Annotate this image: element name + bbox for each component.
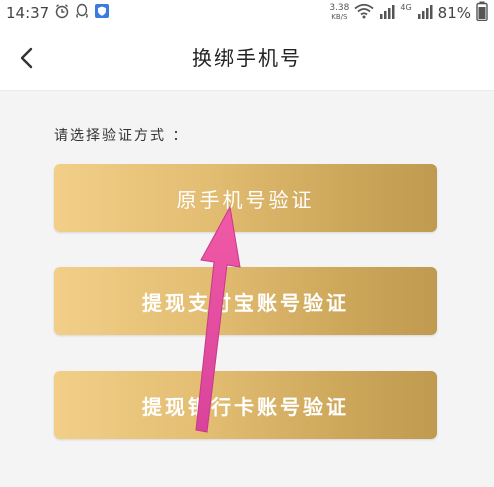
wifi-icon [354,3,374,23]
verify-alipay-account-button[interactable]: 提现支付宝账号验证 [54,267,437,335]
battery-icon [476,1,488,25]
battery-percent: 81% [437,4,471,22]
main-content: 请选择验证方式 ： 原手机号验证 提现支付宝账号验证 提现银行卡账号验证 [0,91,494,487]
verify-original-phone-button[interactable]: 原手机号验证 [54,164,437,232]
status-right: 3.38 KB/S 4G 81% [329,1,488,25]
page-title: 换绑手机号 [192,46,302,70]
signal-strength-icon-2 [417,4,433,23]
network-speed-unit: KB/S [331,13,348,21]
status-time: 14:37 [6,4,50,22]
qq-penguin-icon [75,3,89,23]
network-speed-value: 3.38 [329,3,350,13]
signal-strength-icon [379,4,395,23]
network-speed: 3.38 KB/S [329,4,349,22]
status-bar: 14:37 3.38 KB/S 4G 81% [0,0,494,26]
network-type-label: 4G [400,2,412,12]
status-left: 14:37 [6,3,110,23]
verification-prompt: 请选择验证方式 ： [54,128,189,144]
shield-app-icon [94,3,110,23]
nav-header: 换绑手机号 [0,26,494,91]
alarm-clock-icon [54,3,70,23]
verify-bank-card-button[interactable]: 提现银行卡账号验证 [54,371,437,439]
